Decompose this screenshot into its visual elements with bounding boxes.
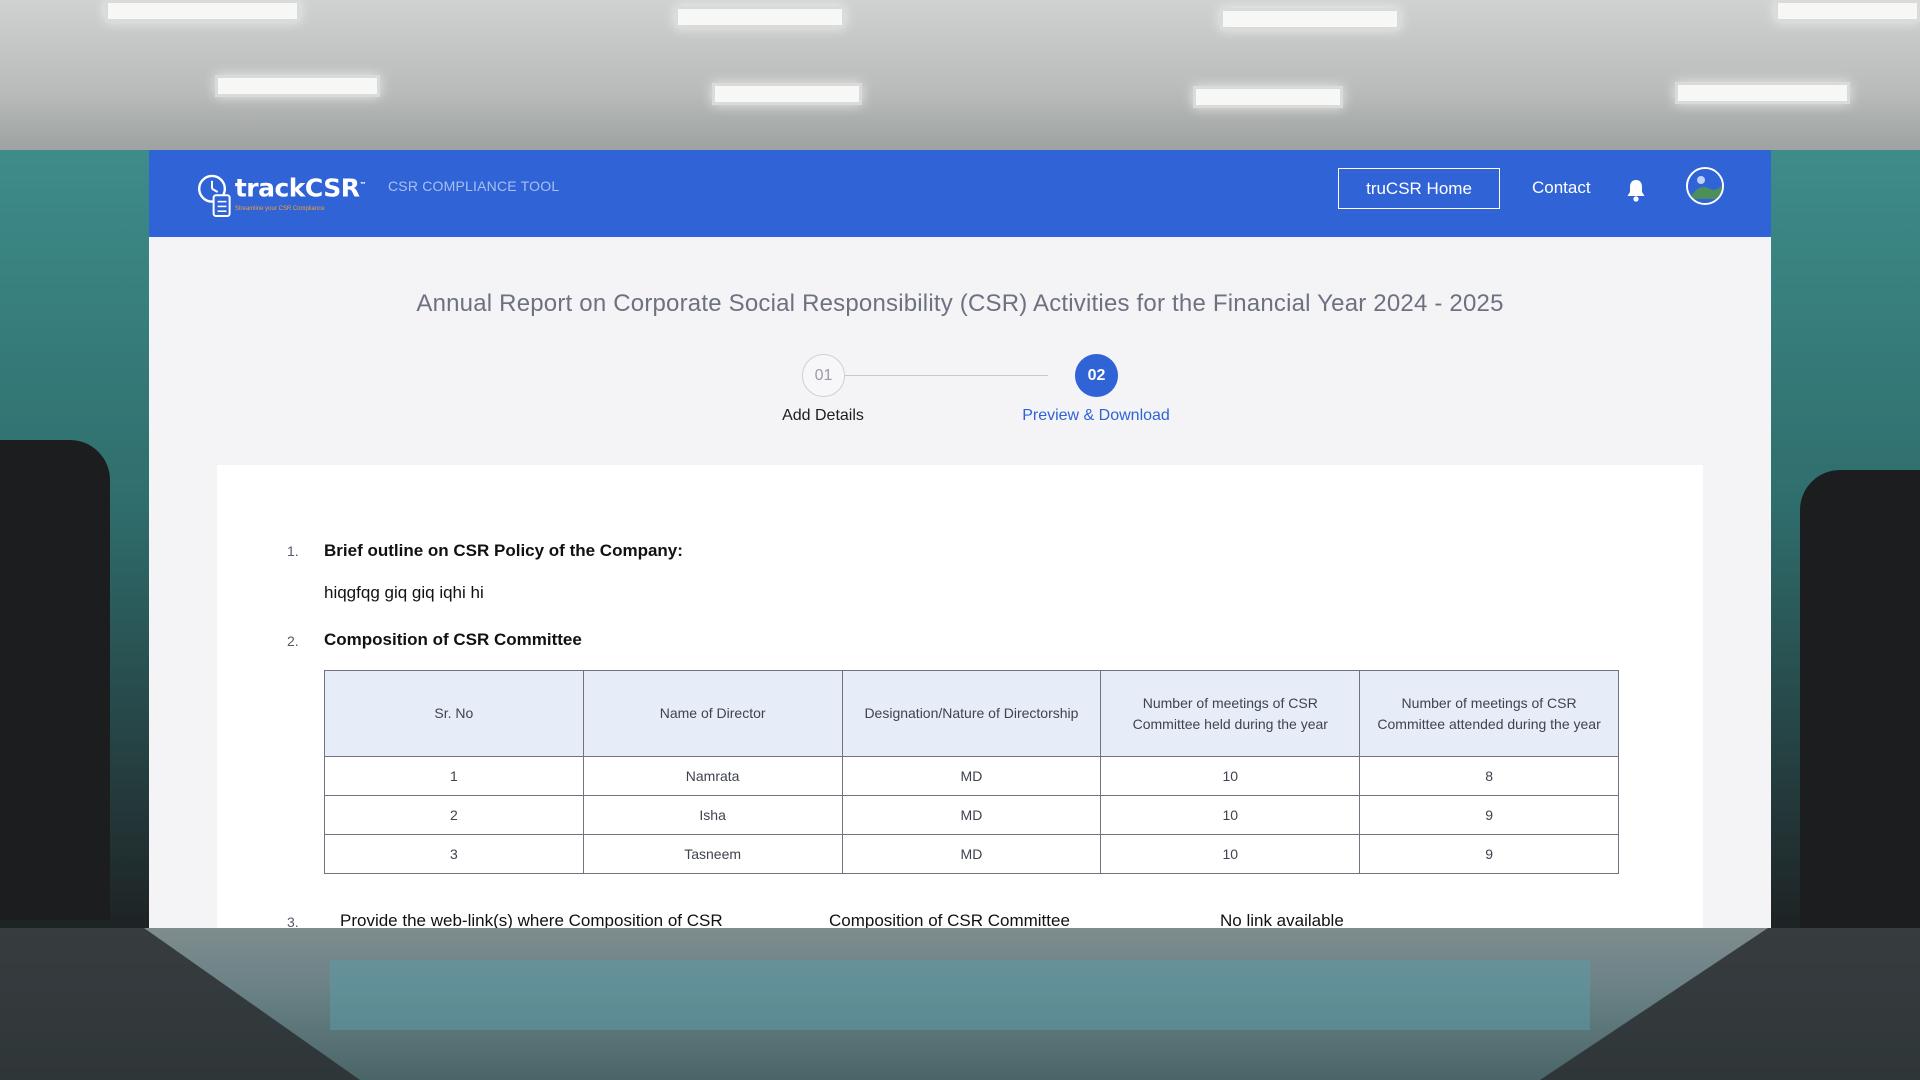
logo-name: trackCSR: [234, 173, 360, 203]
ceiling-light: [1675, 82, 1850, 104]
report-preview: 1. Brief outline on CSR Policy of the Co…: [217, 465, 1703, 928]
ceiling-light: [1193, 86, 1343, 108]
app-window: trackCSR™ Streamline your CSR Compliance…: [149, 150, 1771, 928]
avatar[interactable]: [1686, 167, 1724, 205]
csr-policy-text: hiqgfqg giq giq iqhi hi: [324, 583, 484, 602]
table-cell: 1: [324, 756, 584, 796]
app-subtitle: CSR COMPLIANCE TOOL: [388, 178, 560, 194]
table-cell: 3: [324, 834, 584, 874]
csr-committee-table: Sr. No Name of Director Designation/Natu…: [324, 670, 1619, 874]
table-cell: Tasneem: [582, 834, 843, 874]
ceiling-light: [1220, 8, 1400, 30]
top-navigation-bar: trackCSR™ Streamline your CSR Compliance…: [149, 150, 1771, 237]
column-header: Number of meetings of CSR Committee atte…: [1359, 670, 1619, 757]
page-title: Annual Report on Corporate Social Respon…: [416, 290, 1504, 317]
table-cell: 2: [324, 795, 584, 835]
column-header: Number of meetings of CSR Committee held…: [1100, 670, 1361, 757]
table-cell: 9: [1359, 795, 1619, 835]
ceiling-light: [675, 6, 845, 28]
table-row: 3 Tasneem MD 10 9: [324, 834, 1619, 874]
table-row: 2 Isha MD 10 9: [324, 795, 1619, 835]
column-header: Sr. No: [324, 670, 584, 757]
progress-stepper: 01 02 Add Details Preview & Download: [149, 354, 1771, 434]
table-header-row: Sr. No Name of Director Designation/Natu…: [324, 670, 1619, 757]
ceiling-light: [1775, 0, 1920, 22]
column-header: Designation/Nature of Directorship: [841, 670, 1102, 757]
section-1-number: 1.: [287, 543, 299, 559]
step-1-label[interactable]: Add Details: [723, 407, 923, 425]
section-3-text: Provide the web-link(s) where Compositio…: [340, 911, 723, 928]
table-cell: 9: [1359, 834, 1619, 874]
section-3-number: 3.: [287, 914, 299, 928]
table-cell: Namrata: [582, 756, 843, 796]
table-cell: 10: [1100, 834, 1361, 874]
ceiling-light: [712, 83, 862, 105]
step-1-indicator[interactable]: 01: [802, 354, 845, 397]
ceiling-light: [105, 0, 300, 22]
section-1-heading: Brief outline on CSR Policy of the Compa…: [324, 541, 683, 560]
section-2-number: 2.: [287, 633, 299, 649]
table-cell: 10: [1100, 795, 1361, 835]
section-3-link-value: No link available: [1220, 911, 1344, 928]
table-cell: Isha: [582, 795, 843, 835]
table-cell: MD: [841, 834, 1102, 874]
chair-left: [0, 440, 110, 920]
section-3-item: Composition of CSR Committee: [829, 911, 1070, 928]
chair-right: [1800, 470, 1920, 930]
step-2-label[interactable]: Preview & Download: [996, 407, 1196, 425]
table-cell: 8: [1359, 756, 1619, 796]
table-row: 1 Namrata MD 10 8: [324, 756, 1619, 796]
column-header: Name of Director: [582, 670, 843, 757]
table-cell: MD: [841, 756, 1102, 796]
ceiling-light: [215, 75, 380, 97]
trackcsr-logo[interactable]: trackCSR™ Streamline your CSR Compliance: [196, 169, 366, 225]
table-cell: 10: [1100, 756, 1361, 796]
logo-mark-icon: [198, 174, 231, 218]
step-2-indicator[interactable]: 02: [1075, 354, 1118, 397]
section-2-heading: Composition of CSR Committee: [324, 630, 582, 649]
contact-link[interactable]: Contact: [1532, 178, 1591, 198]
table-cell: MD: [841, 795, 1102, 835]
floor-carpet: [330, 960, 1590, 1030]
bell-icon[interactable]: [1625, 178, 1647, 202]
avatar-image-icon: [1688, 169, 1722, 203]
trucsr-home-button[interactable]: truCSR Home: [1338, 168, 1500, 209]
stepper-connector: [822, 375, 1048, 376]
logo-tagline: Streamline your CSR Compliance: [234, 206, 325, 213]
